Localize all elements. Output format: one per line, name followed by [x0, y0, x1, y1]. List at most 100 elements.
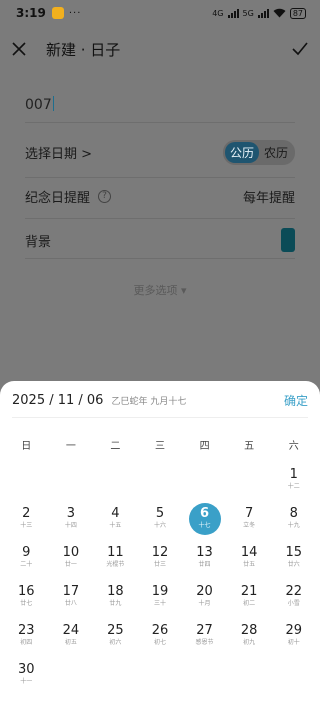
day-number: 5: [155, 506, 165, 521]
day-cell[interactable]: 28 初九: [227, 621, 272, 660]
day-cell[interactable]: 29 初十: [271, 621, 316, 660]
weekday-label: 四: [199, 441, 210, 452]
day-cell[interactable]: 1 十二: [271, 465, 316, 504]
day-cell[interactable]: 22 小雪: [271, 582, 316, 621]
day-number: 30: [18, 662, 35, 677]
help-icon[interactable]: ?: [98, 189, 112, 203]
wifi-icon: [273, 8, 286, 18]
day-cell[interactable]: 3 十四: [49, 504, 94, 543]
date-row[interactable]: 选择日期 > 公历 农历: [25, 139, 295, 165]
day-lunar-label: 廿五: [243, 561, 256, 568]
day-lunar-label: 廿八: [64, 600, 77, 607]
page-title: 新建 · 日子: [46, 40, 121, 59]
day-cell[interactable]: 12 廿三: [138, 543, 183, 582]
day-lunar-label: 初七: [153, 639, 166, 646]
day-cell[interactable]: 20 十月: [182, 582, 227, 621]
date-select-label[interactable]: 选择日期 >: [25, 143, 92, 162]
day-number: 1: [289, 467, 298, 482]
day-cell[interactable]: 5 十六: [138, 504, 183, 543]
day-cell[interactable]: 25 初六: [93, 621, 138, 660]
day-number: 22: [285, 584, 302, 599]
empty-day-cell: [49, 465, 94, 504]
day-cell-selected[interactable]: 6 十七: [182, 503, 227, 543]
weekday-label: 六: [288, 441, 299, 452]
lunar-calendar-option[interactable]: 农历: [259, 142, 293, 163]
day-cell[interactable]: 15 廿六: [271, 543, 316, 582]
day-cell[interactable]: 17 廿八: [49, 582, 94, 621]
weekday-header: 日一二三四五六: [4, 437, 316, 452]
text-cursor: [52, 96, 55, 111]
signal-icon: [227, 8, 239, 18]
name-input-value: 007: [25, 97, 52, 113]
day-cell[interactable]: 27 感恩节: [182, 621, 227, 660]
divider: [25, 122, 295, 123]
check-icon[interactable]: [292, 42, 308, 56]
selected-lunar-date: 乙巳蛇年 九月十七: [111, 397, 187, 407]
day-cell[interactable]: 16 廿七: [4, 582, 49, 621]
empty-day-cell: [4, 465, 49, 504]
day-cell[interactable]: 26 初七: [138, 621, 183, 660]
day-number: 28: [240, 623, 258, 638]
day-lunar-label: 廿七: [20, 600, 33, 607]
day-cell[interactable]: 8 十九: [271, 504, 316, 543]
day-cell[interactable]: 23 初四: [4, 621, 49, 660]
date-picker-header: 2025 / 11 / 06 乙巳蛇年 九月十七 确定: [12, 392, 308, 409]
calendar-type-toggle[interactable]: 公历 农历: [222, 139, 295, 165]
weekday-label: 三: [154, 441, 165, 452]
day-lunar-label: 十二: [287, 483, 300, 490]
day-cell[interactable]: 9 二十: [4, 543, 49, 582]
more-options-toggle[interactable]: 更多选项 ▾: [0, 282, 320, 298]
day-cell[interactable]: 19 三十: [138, 582, 183, 621]
reminder-value[interactable]: 每年提醒: [243, 187, 295, 206]
weekday-label: 一: [65, 441, 76, 452]
day-number: 23: [18, 623, 35, 638]
confirm-button[interactable]: 确定: [284, 392, 308, 409]
day-cell[interactable]: 10 廿一: [49, 543, 94, 582]
day-lunar-label: 二十: [20, 561, 33, 568]
empty-day-cell: [182, 465, 227, 504]
day-number: 11: [107, 545, 124, 560]
background-row[interactable]: 背景: [25, 228, 295, 252]
name-input[interactable]: 007: [25, 96, 55, 113]
network-type-label-2: 5G: [242, 8, 254, 18]
weekday-label: 五: [244, 441, 255, 452]
day-cell[interactable]: 24 初五: [49, 621, 94, 660]
day-lunar-label: 十月: [198, 600, 211, 607]
day-cell[interactable]: 14 廿五: [227, 543, 272, 582]
day-lunar-label: 小雪: [287, 600, 300, 607]
day-lunar-label: 廿三: [153, 561, 166, 568]
solar-calendar-option[interactable]: 公历: [224, 141, 259, 163]
reminder-row[interactable]: 纪念日提醒 ? 每年提醒: [25, 184, 295, 208]
day-lunar-label: 初九: [243, 639, 256, 646]
day-lunar-label: 初二: [243, 600, 256, 607]
day-lunar-label: 廿一: [64, 561, 77, 568]
day-number: 3: [66, 506, 75, 521]
day-cell[interactable]: 7 立冬: [227, 504, 272, 543]
day-cell[interactable]: 21 初二: [227, 582, 272, 621]
empty-day-cell: [93, 465, 138, 504]
day-lunar-label: 初四: [20, 639, 33, 646]
day-number: 4: [111, 506, 120, 521]
day-lunar-label: 三十: [153, 600, 166, 607]
day-cell[interactable]: 18 廿九: [93, 582, 138, 621]
day-cell[interactable]: 13 廿四: [182, 543, 227, 582]
background-color-swatch[interactable]: [281, 228, 295, 252]
day-cell[interactable]: 11 光棍节: [93, 543, 138, 582]
day-cell[interactable]: 2 十三: [4, 504, 49, 543]
day-cell[interactable]: 4 十五: [93, 504, 138, 543]
close-icon[interactable]: [12, 42, 26, 56]
day-number: 19: [151, 584, 169, 599]
day-number: 7: [244, 506, 254, 521]
day-lunar-label: 十三: [20, 522, 33, 529]
day-number: 13: [196, 545, 213, 560]
day-lunar-label: 廿九: [109, 600, 122, 607]
day-number: 26: [151, 623, 169, 638]
chevron-down-icon: ▾: [180, 284, 187, 297]
day-number: 15: [285, 545, 302, 560]
more-notifications-icon: ···: [68, 7, 82, 19]
day-cell[interactable]: 30 十一: [4, 660, 49, 699]
more-options-label: 更多选项: [133, 284, 178, 297]
empty-day-cell: [138, 465, 183, 504]
status-time: 3:19: [16, 6, 46, 20]
day-lunar-label: 十一: [20, 678, 33, 685]
